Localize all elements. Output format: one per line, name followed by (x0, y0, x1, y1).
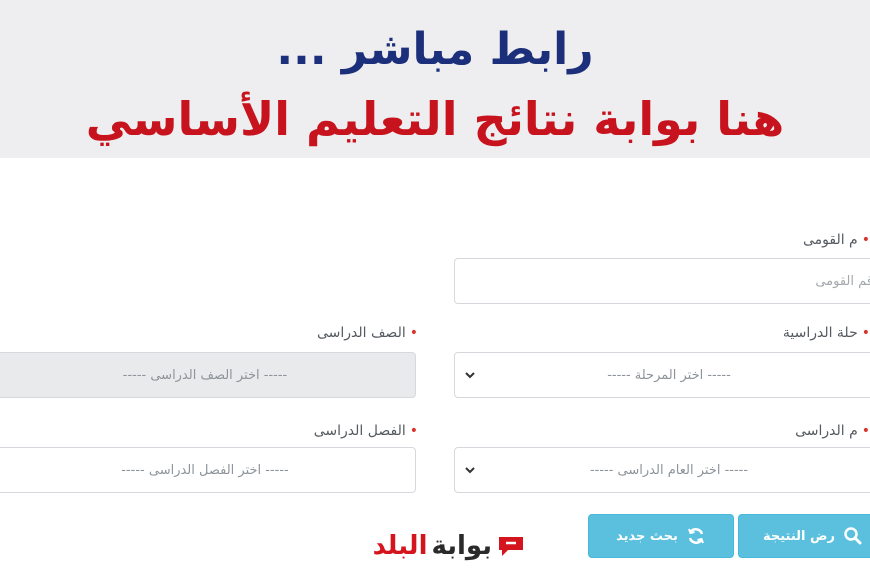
national-id-placeholder: قم القومى (815, 273, 870, 289)
stage-select-value: ----- اختر المرحلة ----- (607, 367, 731, 383)
chevron-down-icon (465, 467, 475, 474)
grade-select[interactable]: ----- اختر الصف الدراسى ----- (0, 352, 416, 398)
term-label: •الفصل الدراسى (313, 423, 418, 439)
year-select-value: ----- اختر العام الدراسى ----- (589, 462, 749, 478)
show-result-label: رض النتيجة (763, 528, 836, 544)
logo-mark-icon (499, 537, 523, 556)
new-search-button[interactable]: بحث جديد (588, 514, 734, 558)
national-id-input[interactable]: قم القومى (454, 258, 870, 304)
banner-title-line2: هنا بوابة نتائج التعليم الأساسي (85, 92, 785, 146)
watermark-logo: بوابة البلد (346, 528, 526, 564)
stage-select[interactable]: ----- اختر المرحلة ----- (454, 352, 870, 398)
search-icon (844, 527, 862, 545)
new-search-label: بحث جديد (616, 528, 678, 544)
banner: رابط مباشر ... هنا بوابة نتائج التعليم ا… (0, 0, 870, 158)
watermark-text-1: بوابة (431, 531, 492, 561)
show-result-button[interactable]: رض النتيجة (738, 514, 870, 558)
required-mark: • (861, 325, 870, 341)
watermark-text-2: البلد (372, 531, 428, 561)
banner-title-line1: رابط مباشر ... (276, 24, 594, 75)
required-mark: • (409, 423, 418, 439)
national-id-label: •م القومى (802, 232, 870, 248)
year-select[interactable]: ----- اختر العام الدراسى ----- (454, 447, 870, 493)
term-select-value: ----- اختر الفصل الدراسى ----- (121, 462, 289, 478)
required-mark: • (409, 325, 418, 341)
grade-label: •الصف الدراسى (316, 325, 418, 341)
year-label: •م الدراسى (795, 423, 870, 439)
required-mark: • (861, 423, 870, 439)
chevron-down-icon (465, 372, 475, 379)
required-mark: • (861, 232, 870, 248)
stage-label: •حلة الدراسية (782, 325, 870, 341)
grade-select-value: ----- اختر الصف الدراسى ----- (122, 367, 288, 383)
refresh-icon (687, 528, 704, 544)
term-select[interactable]: ----- اختر الفصل الدراسى ----- (0, 447, 416, 493)
